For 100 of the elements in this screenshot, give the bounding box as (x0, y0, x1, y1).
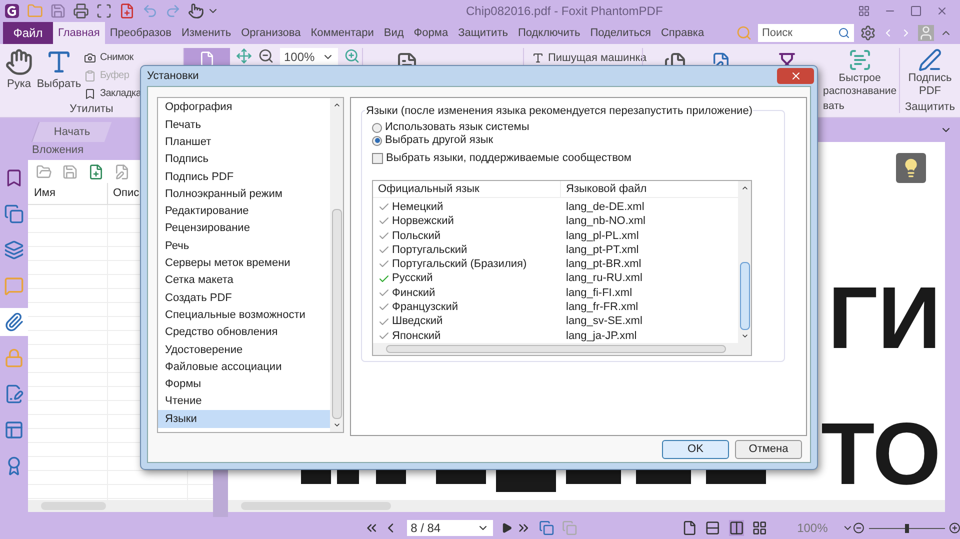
search-icon[interactable] (838, 27, 850, 39)
language-name[interactable]: Норвежский (392, 213, 454, 230)
scroll-down-icon[interactable] (740, 332, 748, 340)
language-file[interactable]: lang_pl-PL.xml (561, 228, 639, 244)
zoom-select[interactable]: 100% (280, 48, 338, 66)
category-item[interactable]: Формы (158, 376, 330, 394)
ribbon-tab[interactable]: Комментари (306, 22, 379, 44)
language-name[interactable]: Японский (392, 328, 441, 344)
ribbon-tab[interactable]: Подключить (512, 22, 586, 44)
checkbox[interactable] (372, 152, 383, 164)
category-item[interactable]: Файловые ассоциации (158, 358, 330, 376)
edit-file-icon[interactable] (114, 164, 130, 180)
add-file-icon[interactable] (88, 164, 104, 180)
category-item[interactable]: Полноэкранный режим (158, 185, 330, 203)
language-file[interactable]: lang_sv-SE.xml (561, 313, 642, 330)
ribbon-tab[interactable]: Поделиться (585, 22, 656, 44)
sidebar-tab[interactable] (0, 308, 28, 336)
facing-page-icon[interactable] (728, 520, 744, 536)
category-item[interactable]: Специальные возможности (158, 306, 330, 324)
maximize-icon[interactable] (910, 5, 922, 17)
ribbon-tab[interactable]: Преобразов (104, 22, 176, 44)
language-name[interactable]: Шведский (392, 313, 443, 330)
settings-icon[interactable] (860, 25, 876, 41)
language-file[interactable]: lang_de-DE.xml (561, 198, 644, 216)
file-menu-button[interactable]: Файл (3, 22, 53, 44)
language-file[interactable]: lang_fi-FI.xml (561, 284, 632, 302)
save-icon[interactable] (62, 164, 78, 180)
language-file[interactable]: lang_ru-RU.xml (561, 270, 642, 287)
category-item[interactable]: Сетка макета (158, 272, 330, 290)
start-tab[interactable]: Начать (31, 122, 112, 142)
column-header[interactable]: Языковой файл (561, 180, 647, 198)
language-name[interactable]: Португальский (Бразилия) (392, 256, 527, 273)
scroll-down-icon[interactable] (332, 421, 340, 429)
close-icon[interactable] (936, 5, 948, 17)
single-page-icon[interactable] (682, 520, 698, 536)
scroll-up-icon[interactable] (332, 101, 340, 109)
category-item[interactable]: Редактирование (158, 202, 330, 220)
typewriter-button[interactable]: Пишущая машинка (532, 50, 646, 66)
category-item[interactable]: Речь (158, 237, 330, 255)
ribbon-tab[interactable]: Форма (408, 22, 454, 44)
printer-icon[interactable] (73, 3, 89, 19)
ribbon-tab[interactable]: Справка (656, 22, 710, 44)
vertical-scrollbar[interactable] (738, 181, 751, 343)
category-item[interactable]: Создать PDF (158, 289, 330, 307)
ribbon-tab[interactable]: Изменить (176, 22, 236, 44)
language-file[interactable]: lang_nb-NO.xml (561, 213, 646, 230)
language-file[interactable]: lang_pt-BR.xml (561, 256, 642, 273)
language-name[interactable]: Финский (392, 284, 436, 302)
category-item[interactable]: Чтение (158, 393, 330, 410)
language-name[interactable]: Русский (392, 270, 433, 287)
new-file-icon[interactable] (119, 3, 135, 19)
continuous-page-icon[interactable] (705, 520, 721, 536)
dialog-button[interactable]: OK (662, 440, 729, 458)
hand-pointer-icon[interactable] (188, 3, 204, 19)
tip-button[interactable] (896, 153, 926, 183)
open-folder-icon[interactable] (36, 164, 52, 180)
ribbon-tab[interactable]: Вид (378, 22, 409, 44)
zoom-out-icon[interactable] (853, 522, 865, 534)
zoom-out-icon[interactable] (258, 48, 274, 64)
user-icon[interactable] (918, 25, 934, 41)
language-name[interactable]: Французский (392, 298, 458, 316)
tool-button[interactable]: Снимок (84, 50, 142, 65)
search-box[interactable]: Поиск (758, 24, 854, 42)
language-name[interactable]: Португальский (392, 242, 468, 258)
category-item[interactable]: Орфография (158, 99, 330, 116)
app-logo-icon[interactable] (4, 3, 20, 19)
ribbon-tab[interactable]: Организова (236, 22, 306, 44)
category-item[interactable]: Рецензирование (158, 220, 330, 238)
language-name[interactable]: Немецкий (392, 198, 444, 216)
language-file[interactable]: lang_ja-JP.xml (561, 328, 637, 344)
category-item[interactable]: Планшет (158, 134, 330, 151)
language-file[interactable]: lang_fr-FR.xml (561, 298, 638, 316)
sign-pdf-button[interactable]: Подпись PDF (908, 44, 952, 98)
category-item[interactable]: Подпись (158, 150, 330, 168)
category-item[interactable]: Печать (158, 116, 330, 134)
page-number-field[interactable]: 8 / 84 (406, 520, 493, 536)
language-file[interactable]: lang_pt-PT.xml (561, 242, 639, 258)
layout-grid-icon[interactable] (858, 5, 870, 17)
dialog-button[interactable]: Отмена (735, 440, 802, 458)
radio-button[interactable] (372, 122, 382, 132)
checkbox-label[interactable]: Выбрать языки, поддерживаемые сообществом (386, 150, 632, 166)
column-header[interactable]: Имя (28, 183, 108, 204)
select-tool-button[interactable]: Выбрать (38, 48, 80, 101)
category-item[interactable]: Удостоверение (158, 341, 330, 358)
category-item[interactable]: Серверы меток времени (158, 254, 330, 272)
vertical-scrollbar[interactable] (330, 98, 343, 432)
horizontal-scrollbar[interactable] (373, 343, 751, 355)
radio-button[interactable] (372, 136, 382, 146)
save-icon[interactable] (50, 3, 66, 19)
ribbon-tab[interactable]: Главная (53, 22, 105, 44)
language-name[interactable]: Польский (392, 228, 441, 244)
zoom-in-icon[interactable] (948, 522, 960, 534)
continuous-facing-icon[interactable] (752, 520, 768, 536)
horizontal-scrollbar[interactable] (228, 500, 945, 512)
next-page-icon[interactable] (500, 522, 512, 534)
ribbon-tab[interactable]: Защитить (453, 22, 513, 44)
category-item[interactable]: Подпись PDF (158, 168, 330, 186)
hand-tool-button[interactable]: Рука (4, 48, 34, 101)
page-transition-icon[interactable] (539, 520, 554, 536)
horizontal-scrollbar[interactable] (28, 500, 213, 512)
